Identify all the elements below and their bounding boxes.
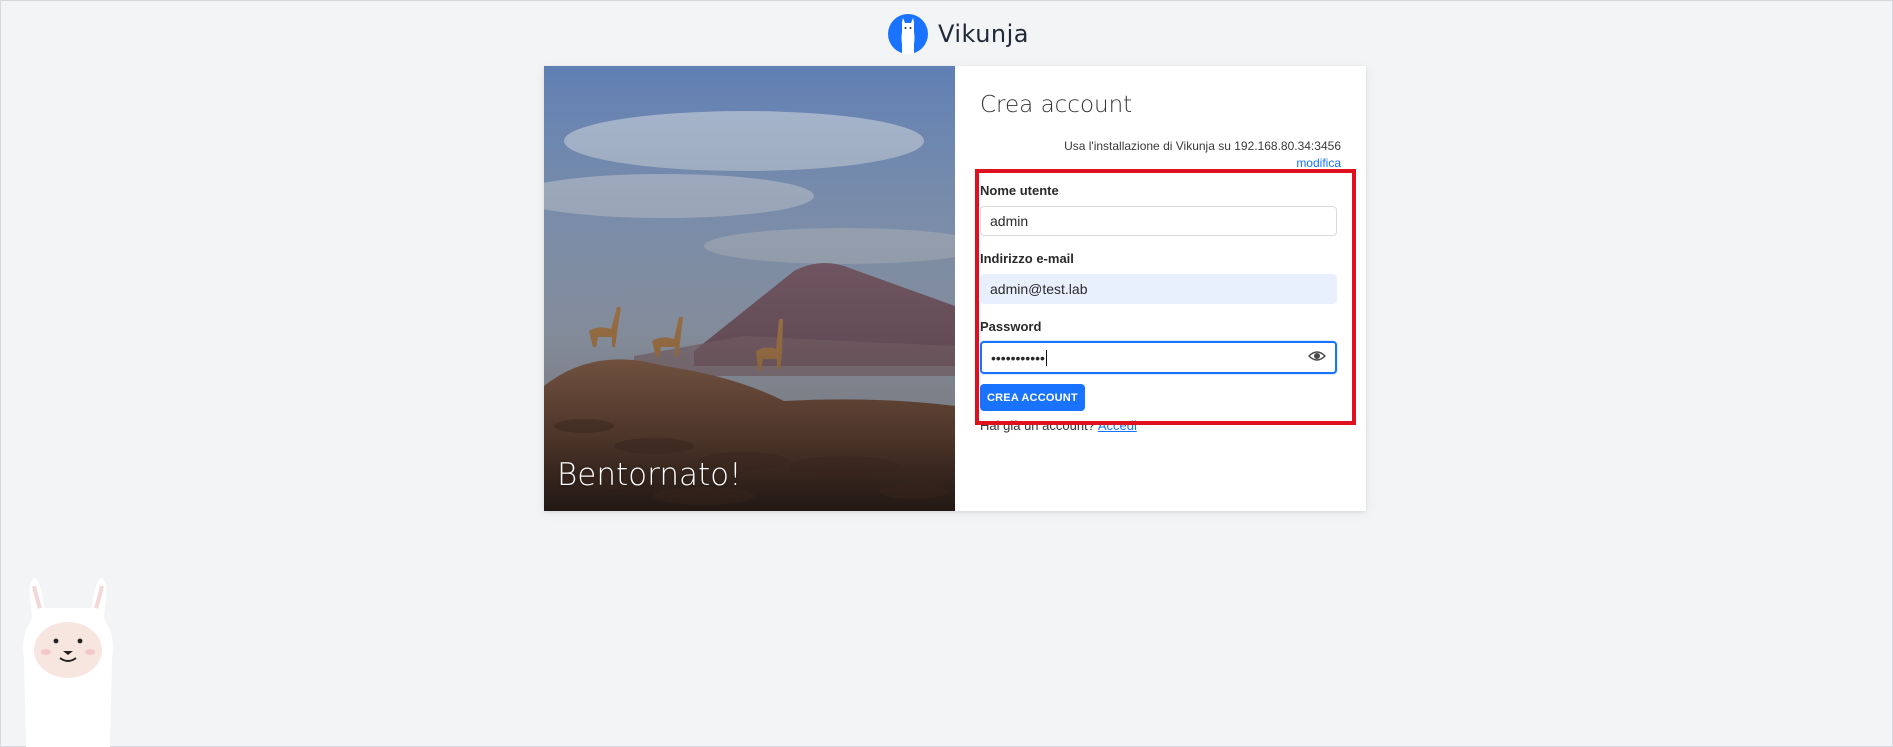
username-value: admin (990, 213, 1029, 229)
username-label: Nome utente (980, 183, 1059, 198)
login-link[interactable]: Accedi (1098, 418, 1137, 433)
create-account-button[interactable]: CREA ACCOUNT (980, 384, 1085, 411)
llama-mascot-icon (23, 578, 113, 747)
signin-prompt: Hai già un account? Accedi (980, 418, 1137, 433)
app-name: Vikunja (938, 20, 1030, 48)
password-label: Password (980, 319, 1042, 334)
hero-title: Bentornato! (557, 457, 742, 493)
signin-prompt-text: Hai già un account? (980, 418, 1095, 433)
register-form: Crea account Usa l'installazione di Viku… (955, 66, 1366, 511)
llama-logo-icon (888, 14, 928, 54)
page-title: Crea account (980, 92, 1133, 118)
email-label: Indirizzo e-mail (980, 251, 1074, 266)
text-caret (1045, 349, 1047, 366)
password-value: ••••••••••• (991, 349, 1045, 366)
register-card: Bentornato! Crea account Usa l'installaz… (544, 66, 1366, 511)
username-input[interactable]: admin (980, 206, 1337, 236)
hero-image: Bentornato! (544, 66, 955, 511)
edit-server-link[interactable]: modifica (1041, 155, 1341, 172)
server-note: Usa l'installazione di Vikunja su 192.16… (1041, 138, 1341, 172)
password-input[interactable]: ••••••••••• (980, 341, 1337, 374)
vicuna-landscape-image (544, 66, 955, 511)
eye-icon[interactable] (1308, 349, 1326, 363)
server-note-text: Usa l'installazione di Vikunja su 192.16… (1064, 139, 1341, 153)
email-value: admin@test.lab (990, 281, 1088, 297)
app-logo[interactable]: Vikunja (888, 14, 1029, 54)
email-input[interactable]: admin@test.lab (980, 274, 1337, 304)
